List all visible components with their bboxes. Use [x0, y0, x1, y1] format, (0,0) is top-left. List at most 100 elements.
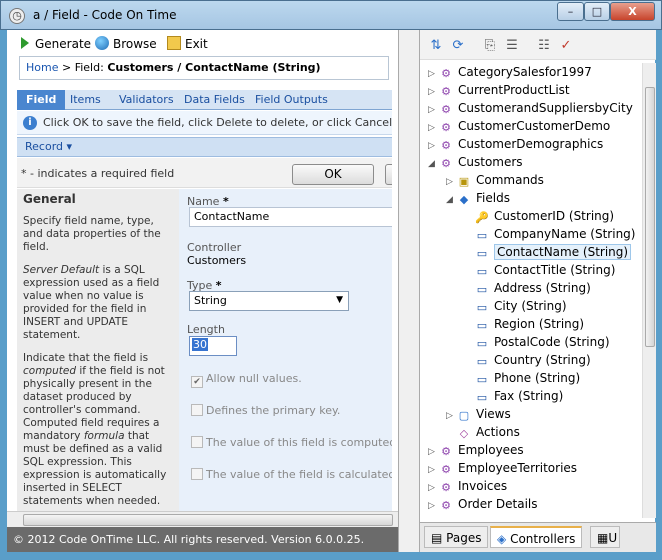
- breadcrumb-current: Customers / ContactName (String): [107, 61, 321, 74]
- tree-node[interactable]: ▭ City (String): [464, 297, 567, 315]
- tree-node[interactable]: ▷ ⚙ Invoices: [428, 477, 507, 495]
- controller-icon: ⚙: [441, 139, 451, 152]
- tree-node[interactable]: ▷ ⚙ Order Details: [428, 495, 538, 513]
- expander-icon[interactable]: ◢: [428, 155, 438, 173]
- tree-node[interactable]: ▷ ⚙ CurrentProductList: [428, 81, 570, 99]
- tree-node-label: Commands: [476, 173, 544, 187]
- expander-icon[interactable]: ◢: [446, 191, 456, 209]
- exit-button[interactable]: Exit: [167, 36, 208, 52]
- tree-node-label: CurrentProductList: [458, 83, 570, 97]
- tree-node[interactable]: ▭ Address (String): [464, 279, 591, 297]
- tree-node[interactable]: ▭ PostalCode (String): [464, 333, 610, 351]
- tab-items[interactable]: Items: [61, 90, 110, 110]
- scrollbar-thumb[interactable]: [645, 87, 655, 347]
- tab-data-fields[interactable]: Data Fields: [175, 90, 254, 110]
- close-button[interactable]: X: [610, 2, 655, 21]
- tree-node[interactable]: ▭ ContactName (String): [464, 243, 632, 261]
- tree-node[interactable]: ▭ Region (String): [464, 315, 584, 333]
- tree-node-label: Actions: [476, 425, 520, 439]
- tree-node-label: Order Details: [458, 497, 538, 511]
- clock-icon: ◷: [9, 8, 25, 24]
- tree-node[interactable]: ▭ Country (String): [464, 351, 591, 369]
- tree-node[interactable]: ▷ ⚙ CustomerDemographics: [428, 135, 603, 153]
- tree-node[interactable]: ▷ ⚙ EmployeeTerritories: [428, 459, 577, 477]
- tree-node-label: ContactName (String): [494, 244, 632, 260]
- generate-button[interactable]: Generate: [21, 36, 91, 52]
- globe-icon: [95, 36, 109, 50]
- controllers-tree: ▷ ⚙ CategorySalesfor1997 ▷ ⚙ CurrentProductLi…: [420, 63, 642, 518]
- minimize-button[interactable]: –: [557, 2, 584, 21]
- expander-icon[interactable]: ▷: [428, 497, 438, 515]
- field-icon: ▭: [476, 373, 488, 386]
- type-select[interactable]: String ▼: [189, 291, 349, 311]
- tree-node-label: CustomerCustomerDemo: [458, 119, 611, 133]
- tree-node[interactable]: ▭ ContactTitle (String): [464, 261, 616, 279]
- tree-node-label: Region (String): [494, 317, 585, 331]
- name-input[interactable]: ContactName: [189, 207, 392, 227]
- tab-user-controls[interactable]: ▦U: [590, 526, 620, 548]
- length-input[interactable]: 30: [189, 336, 237, 356]
- field-icon: ▭: [476, 337, 488, 350]
- calculated-checkbox[interactable]: The value of the field is calculated by …: [191, 468, 392, 481]
- tab-pages[interactable]: ▤ Pages: [424, 526, 489, 548]
- ok-button[interactable]: OK: [292, 164, 374, 185]
- allow-null-checkbox[interactable]: ✔ Allow null values.: [191, 372, 302, 388]
- record-menu[interactable]: Record ▾: [25, 140, 72, 153]
- browse-button[interactable]: Browse: [95, 36, 157, 52]
- tree-node-label: CompanyName (String): [494, 227, 636, 241]
- tree-node[interactable]: 🔑 CustomerID (String): [464, 207, 614, 225]
- cancel-button[interactable]: [385, 164, 392, 185]
- tree-node[interactable]: ▭ Fax (String): [464, 387, 563, 405]
- controllers-icon: ◈: [497, 532, 507, 546]
- tree-node[interactable]: ◇ Actions: [446, 423, 520, 441]
- exit-icon: [167, 36, 181, 50]
- record-menu-label: Record: [25, 140, 64, 153]
- field-icon: ▭: [476, 265, 488, 278]
- tree-vertical-scrollbar[interactable]: [642, 63, 656, 518]
- scrollbar-thumb[interactable]: [23, 514, 393, 526]
- tab-validators[interactable]: Validators: [110, 90, 183, 110]
- tree-node[interactable]: ▷ ⚙ CustomerCustomerDemo: [428, 117, 610, 135]
- tree-node[interactable]: ▷ ▣ Commands: [446, 171, 544, 189]
- tree-node[interactable]: ◢ ◆ Fields: [446, 189, 510, 207]
- tree-node[interactable]: ▷ ▢ Views: [446, 405, 511, 423]
- tree-node[interactable]: ▭ CompanyName (String): [464, 225, 636, 243]
- sync-icon[interactable]: ⇅: [428, 38, 444, 54]
- tab-controllers[interactable]: ◈ Controllers: [490, 526, 583, 548]
- views-icon: ▢: [458, 409, 470, 422]
- properties-icon[interactable]: ☷: [536, 38, 552, 54]
- computed-checkbox[interactable]: The value of this field is computed at r…: [191, 436, 392, 449]
- maximize-button[interactable]: □: [584, 2, 610, 21]
- field-icon: ▭: [476, 247, 488, 260]
- new-page-icon[interactable]: ⎘: [482, 38, 498, 54]
- tree-node[interactable]: ▷ ⚙ CategorySalesfor1997: [428, 63, 592, 81]
- designer-horizontal-scrollbar[interactable]: [7, 511, 398, 527]
- chevron-down-icon: ▾: [66, 140, 73, 153]
- breadcrumb-home-link[interactable]: Home: [26, 61, 58, 74]
- primary-key-checkbox[interactable]: Defines the primary key.: [191, 404, 340, 417]
- tree-node-label: CategorySalesfor1997: [458, 65, 592, 79]
- tree-node[interactable]: ▷ ⚙ CustomerandSuppliersbyCity: [428, 99, 633, 117]
- browse-label: Browse: [113, 37, 157, 51]
- checklist-icon[interactable]: ✓: [558, 38, 574, 54]
- tree-node[interactable]: ▭ Phone (String): [464, 369, 580, 387]
- field-icon: ▭: [476, 229, 488, 242]
- controller-icon: ⚙: [441, 445, 451, 458]
- main-toolbar: Generate Browse Exit: [7, 30, 398, 58]
- list-icon[interactable]: ☰: [504, 38, 520, 54]
- client-area: Generate Browse Exit Home > Field: Custo…: [7, 30, 656, 552]
- tree-node-label: CustomerandSuppliersbyCity: [458, 101, 633, 115]
- tab-field[interactable]: Field: [17, 90, 66, 110]
- tree-node-label: Views: [476, 407, 511, 421]
- fields-icon: ◆: [459, 193, 469, 206]
- tree-node[interactable]: ▷ ⚙ Employees: [428, 441, 524, 459]
- actions-icon: ◇: [459, 427, 469, 440]
- tree-node[interactable]: ◢ ⚙ Customers: [428, 153, 523, 171]
- designer-pane: Generate Browse Exit Home > Field: Custo…: [7, 30, 399, 552]
- description-paragraph: Indicate that the field is computed if t…: [23, 352, 167, 507]
- fields-column: Name * ContactName Controller Customers …: [179, 189, 392, 552]
- tab-field-outputs[interactable]: Field Outputs: [246, 90, 337, 110]
- tree-node-label: Employees: [458, 443, 524, 457]
- breadcrumb: Home > Field: Customers / ContactName (S…: [19, 56, 389, 80]
- refresh-icon[interactable]: ⟳: [450, 38, 466, 54]
